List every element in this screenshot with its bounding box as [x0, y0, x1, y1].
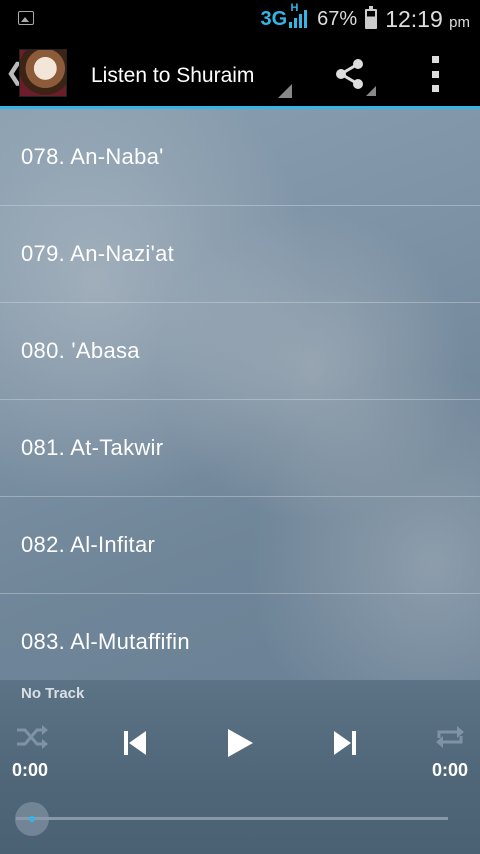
repeat-icon[interactable] — [434, 724, 466, 750]
overflow-menu-icon[interactable] — [432, 56, 442, 92]
image-notification-icon — [18, 11, 34, 25]
surah-list: 078. An-Naba' 079. An-Nazi'at 080. 'Abas… — [0, 109, 480, 680]
app-avatar[interactable] — [19, 49, 67, 97]
play-button[interactable] — [222, 726, 256, 760]
signal-icon — [289, 9, 309, 28]
surah-label: 082. Al-Infitar — [21, 532, 156, 557]
surah-label: 079. An-Nazi'at — [21, 241, 175, 266]
action-bar: ❮ Listen to Shuraim — [0, 38, 480, 109]
seek-bar[interactable] — [16, 817, 448, 820]
previous-button[interactable] — [120, 728, 150, 758]
surah-label: 081. At-Takwir — [21, 435, 164, 460]
surah-list-item[interactable]: 080. 'Abasa — [0, 303, 480, 400]
network-indicator: 3G H — [260, 2, 309, 31]
surah-list-item[interactable]: 081. At-Takwir — [0, 400, 480, 497]
clock-time: 12:19 — [385, 5, 443, 32]
battery-icon — [365, 6, 378, 29]
clock-ampm: pm — [449, 13, 470, 31]
battery-percent: 67% — [317, 7, 358, 30]
track-label: No Track — [21, 685, 85, 702]
spinner-indicator-icon — [278, 84, 292, 98]
total-duration: 0:00 — [431, 760, 468, 780]
player-panel: No Track 0:00 0:00 — [0, 680, 480, 854]
surah-list-item[interactable]: 079. An-Nazi'at — [0, 206, 480, 303]
share-icon[interactable] — [334, 58, 366, 90]
surah-list-item[interactable]: 082. Al-Infitar — [0, 497, 480, 594]
surah-list-item[interactable]: 083. Al-Mutaffifin — [0, 594, 480, 690]
status-bar: 3G H 67% 12:19 pm — [0, 0, 480, 38]
app-title[interactable]: Listen to Shuraim — [91, 64, 261, 88]
share-dropdown-indicator-icon — [366, 86, 376, 96]
status-indicators: 3G H 67% 12:19 pm — [260, 0, 470, 38]
surah-list-item[interactable]: 078. An-Naba' — [0, 109, 480, 206]
surah-label: 083. Al-Mutaffifin — [21, 629, 190, 654]
clock: 12:19 pm — [385, 6, 470, 33]
network-type: 3G — [260, 7, 288, 30]
next-button[interactable] — [330, 728, 360, 758]
surah-label: 080. 'Abasa — [21, 338, 140, 363]
seek-thumb[interactable] — [15, 802, 49, 836]
elapsed-time: 0:00 — [12, 760, 49, 780]
shuffle-icon[interactable] — [15, 724, 49, 750]
surah-label: 078. An-Naba' — [21, 144, 164, 169]
